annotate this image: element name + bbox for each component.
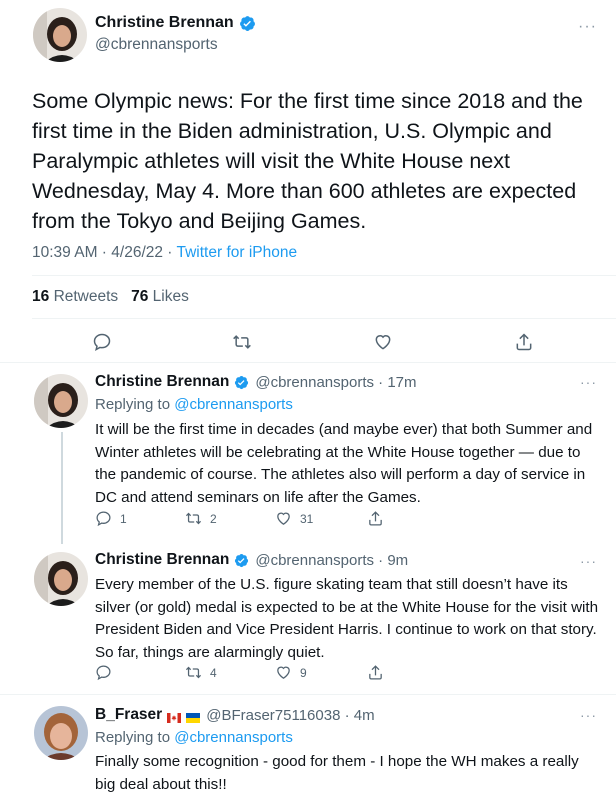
reply-actions: 1 2 31 [95,510,495,528]
reply-button[interactable]: 1 [95,510,127,527]
replying-prefix: Replying to [95,729,175,746]
divider [32,318,616,319]
author-name-row: Christine Brennan [95,14,256,32]
reply-header: Christine Brennan @cbrennansports · 9m [95,551,408,569]
retweets-stat[interactable]: 16 Retweets [32,288,118,305]
retweet-count: 4 [210,665,217,680]
reply-tweet[interactable]: Christine Brennan @cbrennansports · 9m ·… [0,548,616,693]
author-avatar[interactable] [33,8,87,62]
like-icon [277,666,290,679]
share-icon [369,665,382,680]
likes-label: Likes [152,288,189,305]
replying-to: Replying to @cbrennansports [95,396,293,413]
tweet-source[interactable]: Twitter for iPhone [177,244,298,261]
share-button[interactable] [367,664,392,681]
retweet-icon[interactable] [232,332,252,352]
retweet-button[interactable]: 2 [185,510,217,527]
reply-author-name[interactable]: B_Fraser [95,706,162,724]
tweet-stats: 16 Retweets 76 Likes [32,288,189,306]
retweet-button[interactable]: 4 [185,664,217,681]
reply-author-name[interactable]: Christine Brennan [95,551,229,569]
share-icon [369,511,382,526]
share-button[interactable] [367,510,392,527]
like-icon[interactable] [373,332,393,352]
reply-count: 1 [120,511,127,526]
verified-badge-icon [234,553,249,568]
retweets-count: 16 [32,288,50,305]
reply-header: B_Fraser @BFraser75116038 · 4m [95,706,375,724]
retweets-label: Retweets [53,288,119,305]
reply-handle-time[interactable]: @BFraser75116038 · 4m [206,707,374,724]
reply-text: It will be the first time in decades (an… [95,421,593,506]
author-handle[interactable]: @cbrennansports [95,36,218,54]
reply-handle-time[interactable]: @cbrennansports · 17m [255,374,416,391]
tweet-meta: 10:39 AM · 4/26/22 · Twitter for iPhone [32,244,297,262]
reply-text: Every member of the U.S. figure skating … [95,576,599,661]
reply-avatar[interactable] [34,706,88,760]
likes-stat[interactable]: 76 Likes [131,288,189,305]
more-options-icon[interactable]: ··· [580,374,597,390]
canada-flag-icon [167,710,182,723]
retweet-icon [185,666,202,679]
tweet-actions [0,328,616,358]
retweet-icon [185,512,202,525]
reply-icon[interactable] [92,332,112,352]
replying-prefix: Replying to [95,396,175,413]
like-count: 31 [300,511,314,526]
verified-badge-icon [239,15,256,32]
author-name[interactable]: Christine Brennan [95,14,234,32]
verified-badge-icon [234,375,249,390]
reply-avatar[interactable] [34,374,88,428]
reply-icon [96,665,111,681]
retweet-count: 2 [210,511,217,526]
reply-avatar[interactable] [34,552,88,606]
tweet-text: Some Olympic news: For the first time si… [32,89,583,233]
reply-handle-time[interactable]: @cbrennansports · 9m [255,552,408,569]
likes-count: 76 [131,288,149,305]
replying-to: Replying to @cbrennansports [95,729,293,746]
like-button[interactable]: 31 [275,510,313,527]
reply-author-name[interactable]: Christine Brennan [95,373,229,391]
ukraine-flag-icon [186,710,201,723]
tweet-date[interactable]: 4/26/22 [111,244,163,261]
like-count: 9 [300,665,307,680]
meta-separator: · [163,244,177,261]
reply-button[interactable] [95,664,120,681]
reply-tweet[interactable]: Christine Brennan @cbrennansports · 17m … [0,362,616,548]
reply-tweet[interactable]: B_Fraser @BFraser75116038 · 4m ··· Reply… [0,694,616,800]
meta-separator: · [97,244,112,261]
more-options-icon[interactable]: ··· [578,18,597,36]
divider [32,275,616,276]
like-button[interactable]: 9 [275,664,307,681]
like-icon [277,512,290,525]
reply-actions: 4 9 [95,664,495,682]
reply-text: Finally some recognition - good for them… [95,753,579,793]
reply-icon [96,511,111,527]
reply-header: Christine Brennan @cbrennansports · 17m [95,373,417,391]
share-icon[interactable] [514,332,534,352]
more-options-icon[interactable]: ··· [580,553,597,569]
more-options-icon[interactable]: ··· [580,707,597,723]
replying-to-handle[interactable]: @cbrennansports [174,396,293,413]
tweet-time[interactable]: 10:39 AM [32,244,98,261]
replying-to-handle[interactable]: @cbrennansports [174,729,293,746]
